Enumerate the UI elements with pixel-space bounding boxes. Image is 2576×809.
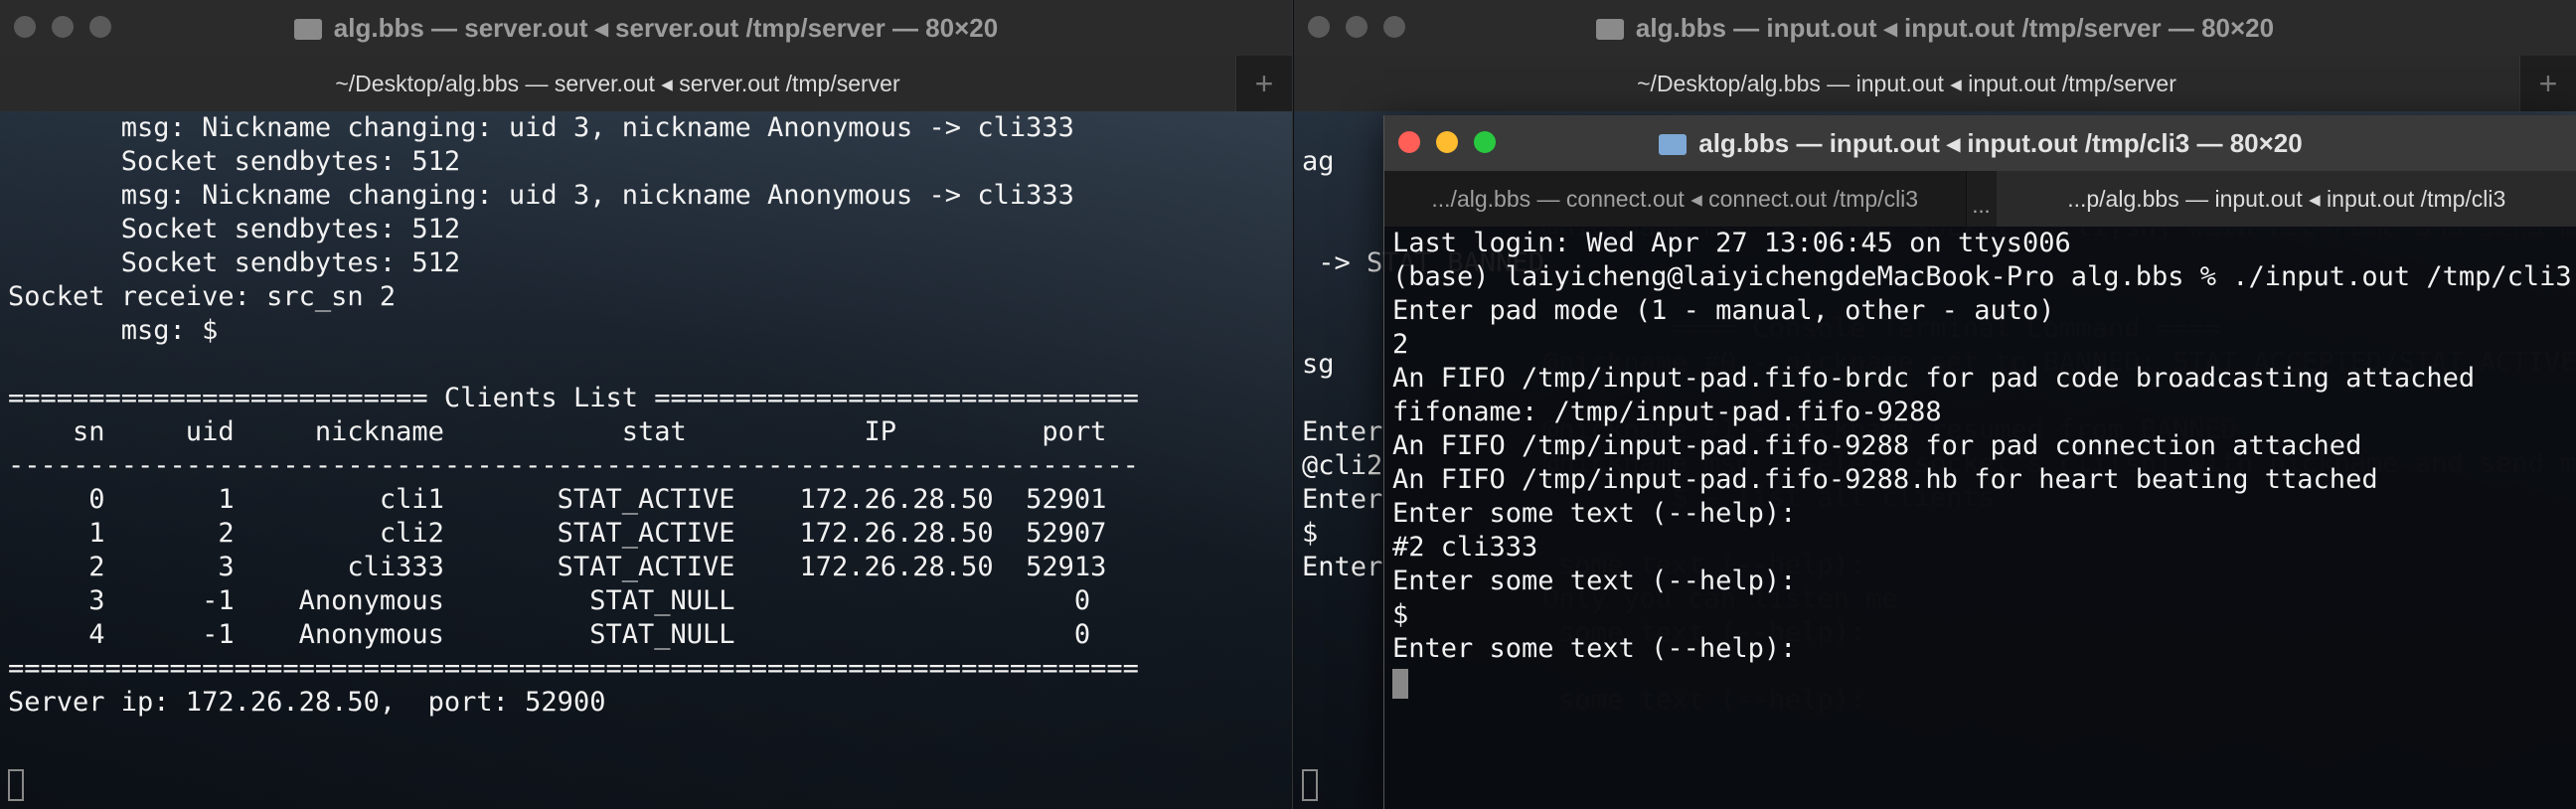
terminal-line: #2 cli333 [1392, 532, 1538, 563]
terminal-line: An FIFO /tmp/input-pad.fifo-9288 for pad… [1392, 430, 2362, 461]
tab-bar: ~/Desktop/alg.bbs — server.out ◂ server.… [0, 56, 1292, 112]
terminal-line: Enter some text (--help): [1392, 633, 1797, 664]
tab-bar: .../alg.bbs — connect.out ◂ connect.out … [1384, 171, 2576, 228]
minimize-button[interactable] [1436, 131, 1458, 153]
terminal-line: Socket sendbytes: 512 [8, 214, 461, 244]
terminal-line: Enter pad mode (1 - manual, other - auto… [1392, 295, 2055, 326]
server-terminal-window[interactable]: alg.bbs — server.out ◂ server.out /tmp/s… [0, 0, 1293, 809]
window-controls [14, 16, 111, 38]
folder-icon [1595, 18, 1624, 40]
terminal-line: ----------------------------------------… [8, 450, 1139, 481]
window-title: alg.bbs — server.out ◂ server.out /tmp/s… [333, 12, 999, 43]
terminal-line: Socket sendbytes: 512 [8, 146, 461, 177]
zoom-button[interactable] [1474, 131, 1496, 153]
folder-icon [293, 18, 322, 40]
terminal-line: 2 [1392, 329, 1409, 360]
terminal-text: msg: Nickname changing: uid 3, nickname … [0, 111, 1292, 720]
tab-overflow-button[interactable]: ... [1967, 171, 1997, 227]
new-tab-button[interactable]: + [1235, 56, 1292, 111]
terminal-output[interactable]: msg: Nickname changing: uid 3, nickname … [0, 111, 1292, 809]
terminal-line: sn uid nickname stat IP port [8, 416, 1107, 447]
terminal-cursor [8, 769, 24, 801]
terminal-line: msg: Nickname changing: uid 3, nickname … [8, 180, 1074, 211]
terminal-line: Socket receive: src_sn 2 [8, 281, 397, 312]
zoom-button[interactable] [1383, 16, 1405, 38]
terminal-line: Enter some text (--help): [1392, 566, 1797, 596]
terminal-line: ========================== Clients List … [8, 383, 1139, 413]
terminal-line: fifoname: /tmp/input-pad.fifo-9288 [1392, 397, 1942, 427]
terminal-line: Last login: Wed Apr 27 13:06:45 on ttys0… [1392, 228, 2071, 258]
terminal-line: Enter some text (--help): [1392, 498, 1797, 529]
tab-server[interactable]: ~/Desktop/alg.bbs — server.out ◂ server.… [0, 56, 1235, 111]
terminal-line: 0 1 cli1 STAT_ACTIVE 172.26.28.50 52901 [8, 484, 1107, 515]
terminal-line: 1 2 cli2 STAT_ACTIVE 172.26.28.50 52907 [8, 518, 1107, 549]
terminal-cursor [1392, 668, 1408, 699]
terminal-line: $ [1392, 599, 1409, 630]
close-button[interactable] [14, 16, 36, 38]
new-tab-button[interactable]: + [2519, 56, 2576, 111]
window-titlebar[interactable]: alg.bbs — server.out ◂ server.out /tmp/s… [0, 0, 1292, 56]
terminal-output[interactable]: Last login: Wed Apr 27 13:06:45 on ttys0… [1384, 227, 2576, 809]
terminal-line: An FIFO /tmp/input-pad.fifo-brdc for pad… [1392, 363, 2476, 394]
window-title: alg.bbs — input.out ◂ input.out /tmp/cli… [1698, 127, 2303, 158]
window-title: alg.bbs — input.out ◂ input.out /tmp/ser… [1635, 12, 2275, 43]
input-cli3-terminal-window[interactable]: alg.bbs — input.out ◂ input.out /tmp/cli… [1383, 115, 2576, 809]
tab-bar: ~/Desktop/alg.bbs — input.out ◂ input.ou… [1294, 56, 2576, 112]
terminal-line: An FIFO /tmp/input-pad.fifo-9288.hb for … [1392, 464, 2378, 495]
terminal-line: msg: Nickname changing: uid 3, nickname … [8, 112, 1074, 143]
terminal-text: Last login: Wed Apr 27 13:06:45 on ttys0… [1384, 227, 2576, 700]
terminal-line: msg: $ [8, 315, 219, 346]
folder-icon [1659, 133, 1688, 155]
close-button[interactable] [1398, 131, 1420, 153]
window-titlebar[interactable]: alg.bbs — input.out ◂ input.out /tmp/cli… [1384, 115, 2576, 171]
window-titlebar[interactable]: alg.bbs — input.out ◂ input.out /tmp/ser… [1294, 0, 2576, 56]
zoom-button[interactable] [89, 16, 111, 38]
terminal-line: (base) laiyicheng@laiyichengdeMacBook-Pr… [1392, 261, 2572, 292]
tab-input-server[interactable]: ~/Desktop/alg.bbs — input.out ◂ input.ou… [1294, 56, 2519, 111]
tab-connect-cli3[interactable]: .../alg.bbs — connect.out ◂ connect.out … [1384, 171, 1967, 227]
window-controls [1398, 131, 1496, 153]
minimize-button[interactable] [52, 16, 74, 38]
close-button[interactable] [1308, 16, 1330, 38]
terminal-cursor [1302, 769, 1318, 801]
terminal-line: 3 -1 Anonymous STAT_NULL 0 [8, 585, 1091, 616]
minimize-button[interactable] [1346, 16, 1368, 38]
window-controls [1308, 16, 1405, 38]
terminal-line: Socket sendbytes: 512 [8, 247, 461, 278]
terminal-line: ========================================… [8, 653, 1139, 684]
terminal-line: 4 -1 Anonymous STAT_NULL 0 [8, 619, 1091, 650]
terminal-line: Server ip: 172.26.28.50, port: 52900 [8, 687, 606, 718]
terminal-line: 2 3 cli333 STAT_ACTIVE 172.26.28.50 5291… [8, 552, 1107, 582]
tab-input-cli3[interactable]: ...p/alg.bbs — input.out ◂ input.out /tm… [1996, 171, 2576, 227]
